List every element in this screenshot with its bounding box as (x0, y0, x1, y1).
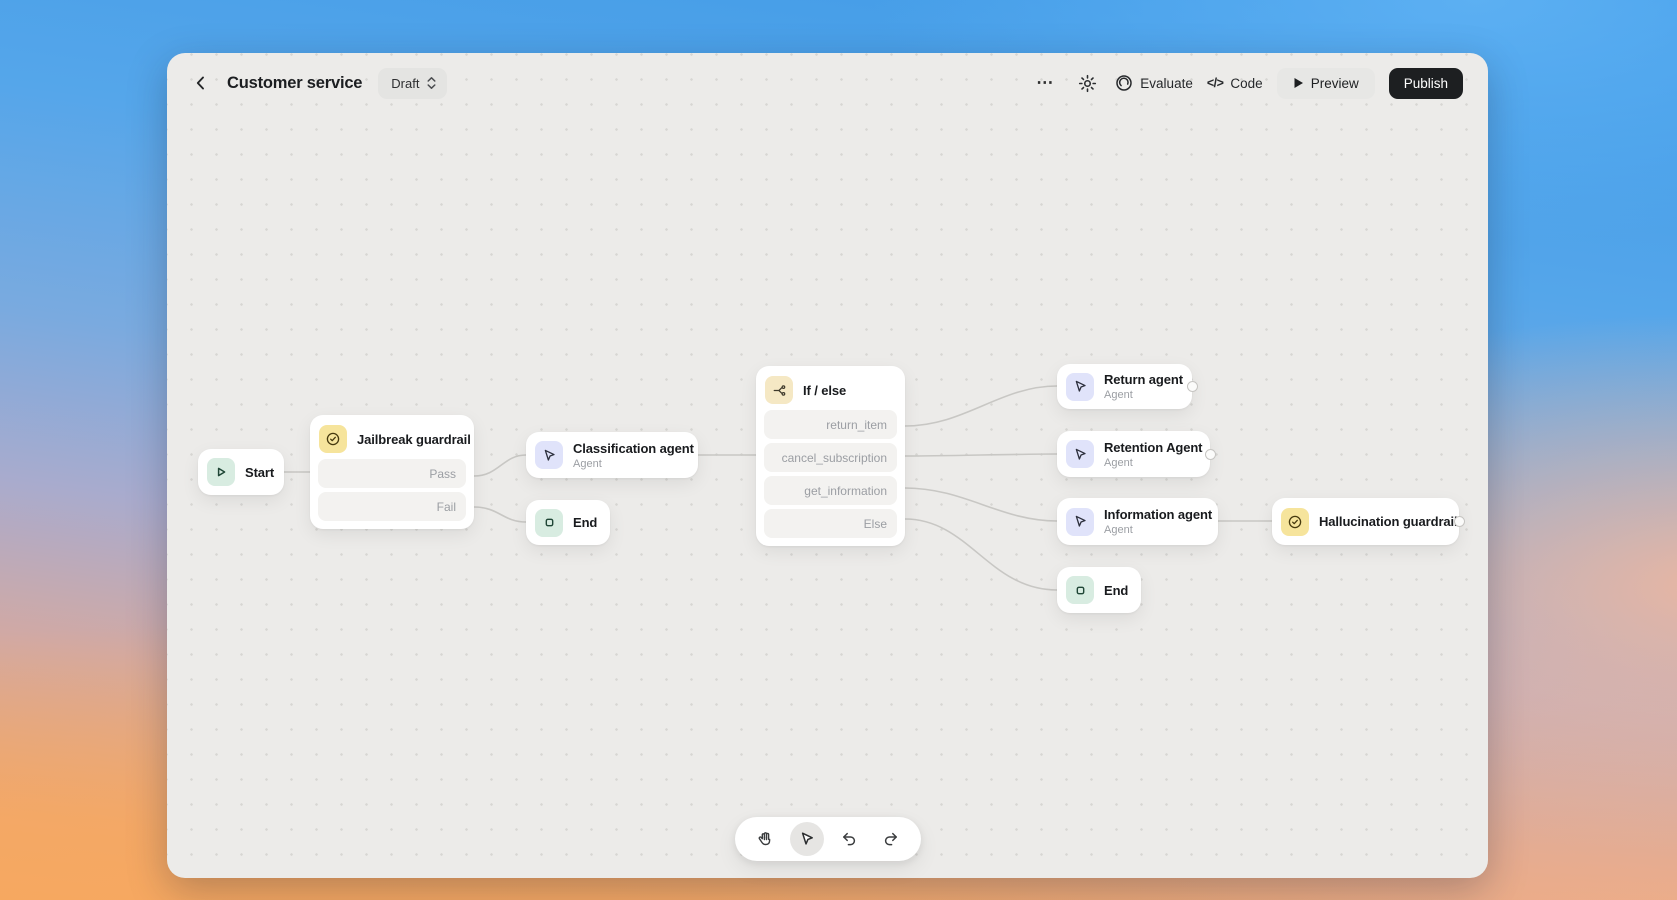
page-title: Customer service (227, 74, 362, 93)
desktop-wallpaper: Customer service Draft ⋯ (0, 0, 1677, 900)
branch-row-else[interactable]: Else (764, 509, 897, 538)
node-jailbreak-guardrail[interactable]: Jailbreak guardrail Pass Fail (310, 415, 474, 529)
edge-else-end (905, 519, 1057, 590)
preview-button[interactable]: Preview (1277, 68, 1375, 99)
node-return-agent[interactable]: Return agent Agent (1057, 364, 1192, 409)
node-subtitle: Agent (1104, 389, 1183, 401)
guardrail-check-icon (1281, 508, 1309, 536)
undo-button[interactable] (832, 822, 866, 856)
redo-button[interactable] (874, 822, 908, 856)
branch-row-cancel-subscription[interactable]: cancel_subscription (764, 443, 897, 472)
node-end-1[interactable]: End (526, 500, 610, 545)
back-chevron-icon (192, 74, 210, 92)
node-title: Return agent (1104, 372, 1183, 387)
play-icon (1293, 77, 1304, 89)
workflow-canvas[interactable]: Customer service Draft ⋯ (167, 53, 1488, 878)
node-subtitle: Agent (1104, 524, 1212, 536)
node-title: End (573, 515, 597, 530)
hand-icon (756, 830, 774, 848)
code-button[interactable]: </> Code (1207, 76, 1263, 91)
gear-icon (1078, 74, 1097, 93)
branch-split-icon (765, 376, 793, 404)
node-title: If / else (803, 383, 846, 398)
node-information-agent[interactable]: Information agent Agent (1057, 498, 1218, 545)
output-port[interactable] (1205, 449, 1216, 460)
node-hallucination-guardrail[interactable]: Hallucination guardrail (1272, 498, 1459, 545)
node-title: Retention Agent (1104, 440, 1202, 455)
branch-row-fail[interactable]: Fail (318, 492, 466, 521)
evaluate-button[interactable]: Evaluate (1115, 74, 1193, 92)
node-subtitle: Agent (1104, 457, 1202, 469)
node-classification-agent[interactable]: Classification agent Agent (526, 432, 698, 478)
ellipsis-icon: ⋯ (1036, 78, 1054, 88)
node-title: Hallucination guardrail (1319, 514, 1458, 529)
header-left: Customer service Draft (187, 67, 447, 99)
output-port[interactable] (1454, 516, 1465, 527)
branch-label: Pass (429, 467, 456, 481)
more-button[interactable]: ⋯ (1031, 69, 1059, 97)
edge-pass-classification (474, 455, 526, 476)
evaluate-icon (1115, 74, 1133, 92)
chevron-updown-icon (426, 76, 437, 90)
agent-cursor-icon (1066, 373, 1094, 401)
node-retention-agent[interactable]: Retention Agent Agent (1057, 431, 1210, 477)
publish-label: Publish (1404, 76, 1448, 91)
branch-label: get_information (804, 484, 887, 498)
node-title: Jailbreak guardrail (357, 432, 471, 447)
header-right: ⋯ Evaluate (1031, 67, 1463, 99)
start-play-icon (207, 458, 235, 486)
output-port[interactable] (1187, 381, 1198, 392)
evaluate-label: Evaluate (1140, 76, 1193, 91)
node-title: Start (245, 465, 274, 480)
edge-cancel-retention (905, 454, 1057, 456)
node-end-2[interactable]: End (1057, 567, 1141, 613)
branch-label: return_item (826, 418, 887, 432)
edge-fail-end (474, 507, 526, 522)
settings-button[interactable] (1073, 69, 1101, 97)
branch-label: cancel_subscription (782, 451, 887, 465)
node-subtitle: Agent (573, 458, 694, 470)
branch-row-return-item[interactable]: return_item (764, 410, 897, 439)
canvas-toolbar (735, 817, 921, 861)
cursor-icon (798, 830, 816, 848)
pan-tool-button[interactable] (748, 822, 782, 856)
node-title: Classification agent (573, 441, 694, 456)
back-button[interactable] (187, 69, 215, 97)
edge-getinfo-information (905, 488, 1057, 521)
code-icon: </> (1207, 76, 1224, 90)
branch-row-pass[interactable]: Pass (318, 459, 466, 488)
branch-label: Fail (437, 500, 456, 514)
publish-button[interactable]: Publish (1389, 68, 1463, 99)
undo-icon (840, 830, 858, 848)
node-title: Information agent (1104, 507, 1212, 522)
end-stop-icon (535, 509, 563, 537)
end-stop-icon (1066, 576, 1094, 604)
guardrail-check-icon (319, 425, 347, 453)
node-start[interactable]: Start (198, 449, 284, 495)
node-if-else[interactable]: If / else return_item cancel_subscriptio… (756, 366, 905, 546)
branch-row-get-information[interactable]: get_information (764, 476, 897, 505)
select-tool-button[interactable] (790, 822, 824, 856)
redo-icon (882, 830, 900, 848)
agent-cursor-icon (1066, 508, 1094, 536)
node-title: End (1104, 583, 1128, 598)
agent-cursor-icon (1066, 440, 1094, 468)
branch-label: Else (864, 517, 887, 531)
edge-returnitem-returnagent (905, 386, 1057, 426)
status-label: Draft (391, 76, 419, 91)
preview-label: Preview (1311, 76, 1359, 91)
status-dropdown[interactable]: Draft (378, 68, 447, 99)
code-label: Code (1230, 76, 1262, 91)
agent-cursor-icon (535, 441, 563, 469)
